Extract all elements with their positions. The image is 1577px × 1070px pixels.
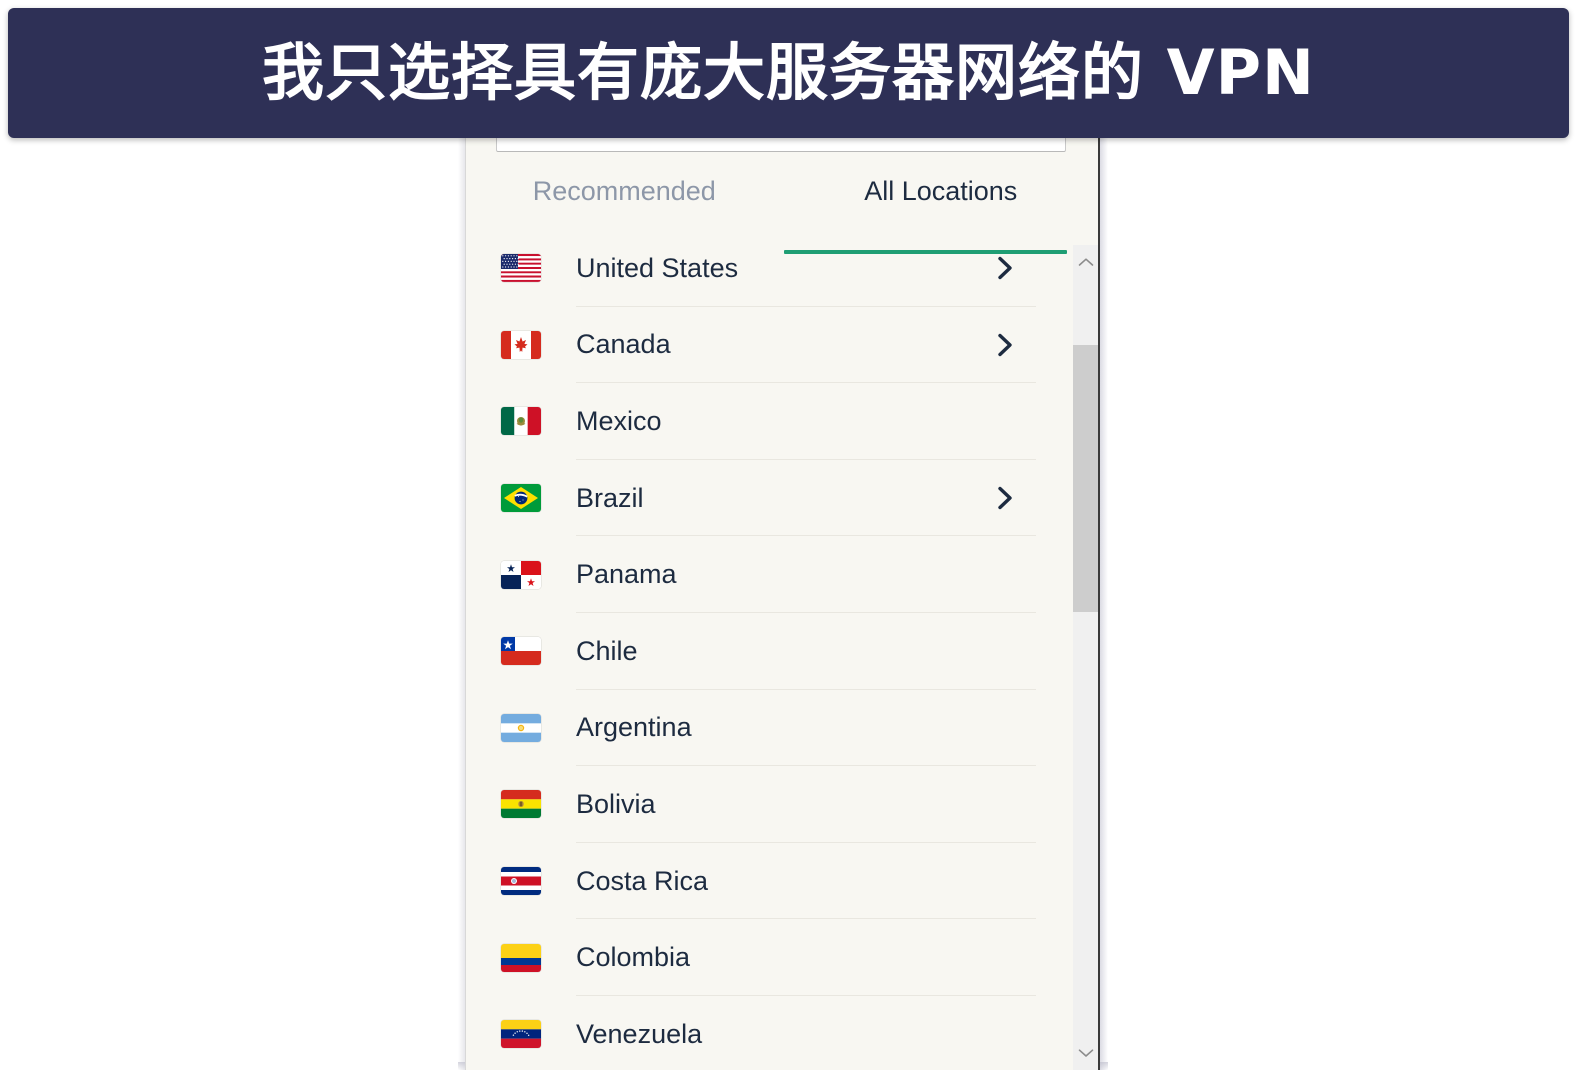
location-row[interactable]: Canada bbox=[466, 307, 1076, 384]
location-row[interactable]: Argentina bbox=[466, 690, 1076, 767]
flag-brazil-icon bbox=[501, 484, 541, 513]
flag-chile-icon bbox=[501, 637, 541, 666]
scrollbar-thumb[interactable] bbox=[1073, 345, 1098, 612]
flag-argentina-icon bbox=[501, 713, 541, 742]
location-row[interactable]: Colombia bbox=[466, 919, 1076, 996]
location-name: United States bbox=[576, 252, 739, 283]
flag-bolivia-icon bbox=[501, 790, 541, 819]
flag-canada-icon bbox=[501, 330, 541, 359]
location-row[interactable]: Chile bbox=[466, 613, 1076, 690]
location-name: Chile bbox=[576, 635, 638, 666]
tab-all-locations[interactable]: All Locations bbox=[783, 160, 1099, 226]
scroll-down-button[interactable] bbox=[1073, 1036, 1098, 1070]
location-name: Venezuela bbox=[576, 1018, 703, 1049]
chevron-right-icon[interactable] bbox=[991, 254, 1019, 282]
flag-venezuela-icon bbox=[501, 1020, 541, 1049]
vpn-location-panel: Recommended All Locations United States … bbox=[465, 130, 1100, 1070]
chevron-down-icon bbox=[1078, 1049, 1093, 1057]
flag-colombia-icon bbox=[501, 943, 541, 972]
location-row[interactable]: United States bbox=[466, 230, 1076, 307]
flag-costa-rica-icon bbox=[501, 867, 541, 896]
location-name: Colombia bbox=[576, 942, 691, 973]
location-row[interactable]: Panama bbox=[466, 536, 1076, 613]
location-name: Bolivia bbox=[576, 788, 656, 819]
location-row[interactable]: Costa Rica bbox=[466, 843, 1076, 920]
scroll-up-button[interactable] bbox=[1073, 245, 1098, 279]
location-row[interactable]: Mexico bbox=[466, 383, 1076, 460]
flag-united-states-icon bbox=[501, 254, 541, 283]
location-name: Argentina bbox=[576, 712, 692, 743]
location-tabs: Recommended All Locations bbox=[466, 160, 1099, 254]
flag-panama-icon bbox=[501, 560, 541, 589]
headline-text: 我只选择具有庞大服务器网络的 VPN bbox=[262, 35, 1315, 109]
vertical-scrollbar[interactable] bbox=[1073, 245, 1098, 1070]
location-name: Mexico bbox=[576, 405, 662, 436]
location-row[interactable]: Venezuela bbox=[466, 996, 1076, 1070]
location-name: Brazil bbox=[576, 482, 644, 513]
tab-all-locations-label: All Locations bbox=[864, 176, 1018, 206]
headline-banner: 我只选择具有庞大服务器网络的 VPN bbox=[8, 8, 1569, 138]
flag-mexico-icon bbox=[501, 407, 541, 436]
chevron-right-icon[interactable] bbox=[991, 331, 1019, 359]
tab-recommended[interactable]: Recommended bbox=[466, 160, 783, 226]
location-row[interactable]: Bolivia bbox=[466, 766, 1076, 843]
chevron-up-icon bbox=[1078, 258, 1093, 266]
chevron-right-icon[interactable] bbox=[991, 484, 1019, 512]
location-name: Panama bbox=[576, 559, 677, 590]
tab-recommended-label: Recommended bbox=[532, 176, 716, 206]
location-list[interactable]: United States Canada Mexico Brazil Panam… bbox=[466, 230, 1076, 1070]
location-name: Canada bbox=[576, 329, 671, 360]
location-row[interactable]: Brazil bbox=[466, 460, 1076, 537]
location-name: Costa Rica bbox=[576, 865, 709, 896]
panel-right-shadow bbox=[1100, 130, 1108, 1070]
